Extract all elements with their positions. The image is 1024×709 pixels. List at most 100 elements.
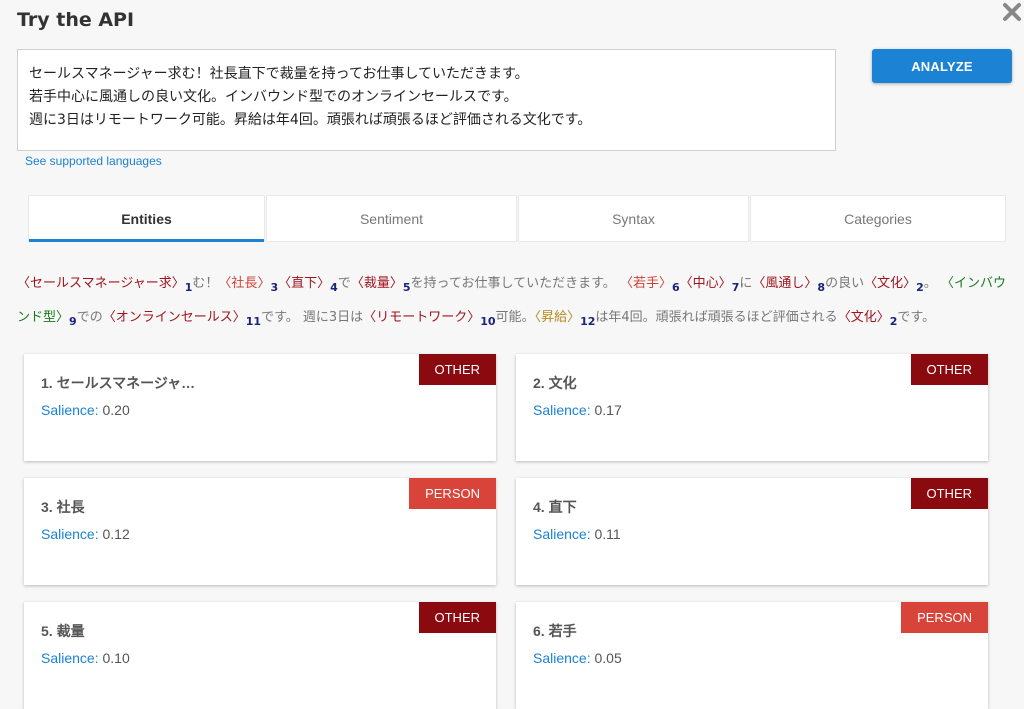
entity-type-badge: OTHER [910,354,988,385]
entity-type-badge: OTHER [418,602,496,633]
entity-index: 11 [245,315,262,328]
plain-text: 〉 [56,310,70,325]
entity-mention: 直下 [291,276,318,291]
plain-text: 〈 [679,276,693,291]
entity-card[interactable]: 1. セールスマネージャ… Salience: 0.20 OTHER [24,354,496,461]
tab-categories[interactable]: Categories [750,195,1006,242]
plain-text: む！ [192,276,219,291]
entity-index: 12 [580,315,596,328]
plain-text: 〈 [940,276,954,291]
entity-salience: Salience: 0.05 [533,650,622,666]
plain-text: を持ってお仕事していただきます。 [410,276,620,291]
close-icon[interactable] [1000,0,1024,24]
entity-name: 5. 裁量 [41,623,85,639]
entity-index: 10 [480,315,496,328]
entity-mention: 文化 [850,310,877,325]
plain-text: 〉 [876,310,890,325]
entity-mention: 中心 [692,276,719,291]
entity-type-badge: OTHER [910,478,988,509]
entity-index: 5 [402,281,411,294]
plain-text: 〉 [257,276,271,291]
tab-entities[interactable]: Entities [28,195,265,242]
analyze-button[interactable]: ANALYZE [872,49,1012,83]
entity-mention: 若手 [632,276,659,291]
entity-type-badge: PERSON [409,478,496,509]
entity-name: 4. 直下 [533,499,577,515]
entity-mention: 裁量 [363,276,390,291]
annotated-text: 〈セールスマネージャー求〉1む！〈社長〉3〈直下〉4で〈裁量〉5を持ってお仕事し… [17,269,1012,337]
plain-text: 〉 [171,276,185,291]
entity-mention: 昇給 [541,310,568,325]
plain-text: です。 [897,310,936,325]
plain-text: 〉 [804,276,818,291]
plain-text: は年4回。頑張れば頑張るほど評価される [595,310,838,325]
plain-text: 〈 [752,276,766,291]
entity-index: 6 [671,281,680,294]
entity-index: 3 [270,281,279,294]
plain-text: に [739,276,753,291]
plain-text: の良い [825,276,865,291]
plain-text: 〉 [467,310,481,325]
salience-label: Salience: [533,526,591,542]
plain-text: 〈 [17,276,31,291]
entity-mention: オンラインセールス [115,310,233,325]
salience-value: 0.20 [98,402,130,418]
plain-text: 〈 [837,310,851,325]
entity-mention: 社長 [231,276,258,291]
entity-salience: Salience: 0.17 [533,402,622,418]
salience-value: 0.10 [98,650,130,666]
entity-card[interactable]: 3. 社長 Salience: 0.12 PERSON [24,478,496,585]
salience-value: 0.05 [590,650,622,666]
plain-text: 可能。 [495,310,535,325]
entity-mention: 文化 [877,276,904,291]
salience-label: Salience: [41,526,99,542]
plain-text: 〉 [658,276,672,291]
plain-text: 〈 [350,276,364,291]
plain-text: 〉 [232,310,246,325]
salience-label: Salience: [533,650,591,666]
salience-value: 0.17 [590,402,622,418]
entity-name: 3. 社長 [41,499,85,515]
plain-text: 〉 [903,276,917,291]
salience-label: Salience: [41,402,99,418]
entity-index: 9 [69,315,77,328]
entity-type-badge: PERSON [901,602,988,633]
plain-text: での [76,310,103,325]
entity-mention: セールスマネージャー求 [30,276,172,291]
plain-text: 〉 [389,276,403,291]
plain-text: 〉 [567,310,581,325]
plain-text: 〈 [363,310,377,325]
entity-index: 8 [817,281,826,294]
plain-text: 〈 [619,276,633,291]
entity-name: 2. 文化 [533,375,577,391]
entity-card[interactable]: 2. 文化 Salience: 0.17 OTHER [516,354,988,461]
salience-label: Salience: [533,402,591,418]
entity-salience: Salience: 0.20 [41,402,130,418]
plain-text: 〈 [278,276,292,291]
supported-languages-link[interactable]: See supported languages [25,154,162,168]
entity-card[interactable]: 5. 裁量 Salience: 0.10 OTHER [24,602,496,709]
entity-mention: リモートワーク [376,310,468,325]
entity-mention: 風通し [765,276,805,291]
plain-text: 。 [923,276,941,291]
text-input[interactable]: セールスマネージャー求む！社長直下で裁量を持ってお仕事していただきます。 若手中… [17,49,836,151]
entity-card[interactable]: 4. 直下 Salience: 0.11 OTHER [516,478,988,585]
plain-text: 〈 [218,276,232,291]
salience-label: Salience: [41,650,99,666]
entity-salience: Salience: 0.11 [533,526,621,542]
entity-index: 2 [916,281,924,294]
tab-syntax[interactable]: Syntax [518,195,749,242]
plain-text: 〉 [718,276,732,291]
plain-text: で [337,276,351,291]
plain-text: 〈 [102,310,116,325]
entity-card[interactable]: 6. 若手 Salience: 0.05 PERSON [516,602,988,709]
tab-sentiment[interactable]: Sentiment [266,195,517,242]
entity-type-badge: OTHER [418,354,496,385]
salience-value: 0.12 [98,526,130,542]
plain-text: 〉 [317,276,331,291]
page-title: Try the API [17,9,135,31]
entity-salience: Salience: 0.10 [41,650,130,666]
salience-value: 0.11 [590,526,621,542]
entity-name: 6. 若手 [533,623,577,639]
entity-salience: Salience: 0.12 [41,526,130,542]
